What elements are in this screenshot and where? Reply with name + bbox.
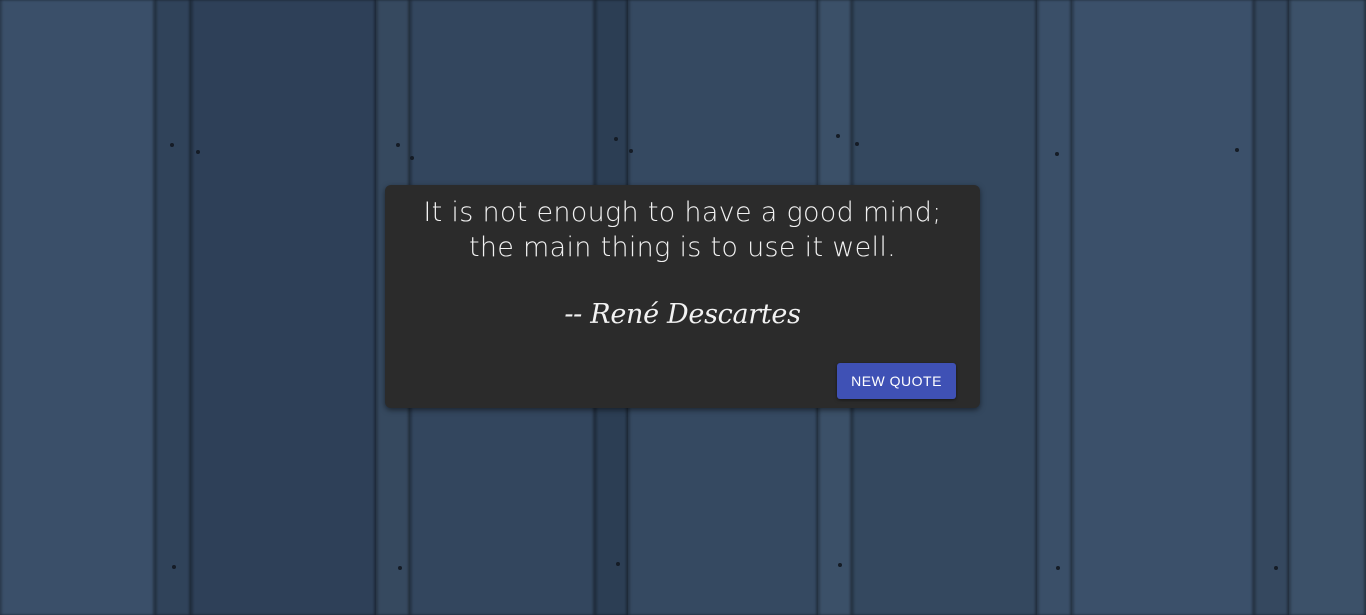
nail — [172, 565, 176, 569]
quote-text: It is not enough to have a good mind; th… — [405, 195, 960, 265]
wood-plank — [1072, 0, 1254, 615]
wood-plank — [0, 0, 155, 615]
nail — [614, 137, 618, 141]
wood-plank — [1254, 0, 1289, 615]
wood-plank — [191, 0, 376, 615]
wood-plank — [1289, 0, 1366, 615]
nail — [1056, 566, 1060, 570]
nail — [1274, 566, 1278, 570]
nail — [616, 562, 620, 566]
wood-plank — [1037, 0, 1072, 615]
quote-card: It is not enough to have a good mind; th… — [385, 185, 980, 408]
nail — [170, 143, 174, 147]
quote-line: It is not enough to have a good mind; — [423, 197, 942, 228]
nail — [398, 566, 402, 570]
nail — [410, 156, 414, 160]
nail — [855, 142, 859, 146]
nail — [196, 150, 200, 154]
nail — [1055, 152, 1059, 156]
quote-author: -- René Descartes — [564, 299, 801, 330]
nail — [629, 149, 633, 153]
nail — [838, 563, 842, 567]
nail — [396, 143, 400, 147]
new-quote-button[interactable]: NEW QUOTE — [837, 363, 956, 399]
nail — [1235, 148, 1239, 152]
quote-line: the main thing is to use it well. — [468, 232, 897, 263]
wood-plank — [155, 0, 191, 615]
nail — [836, 134, 840, 138]
